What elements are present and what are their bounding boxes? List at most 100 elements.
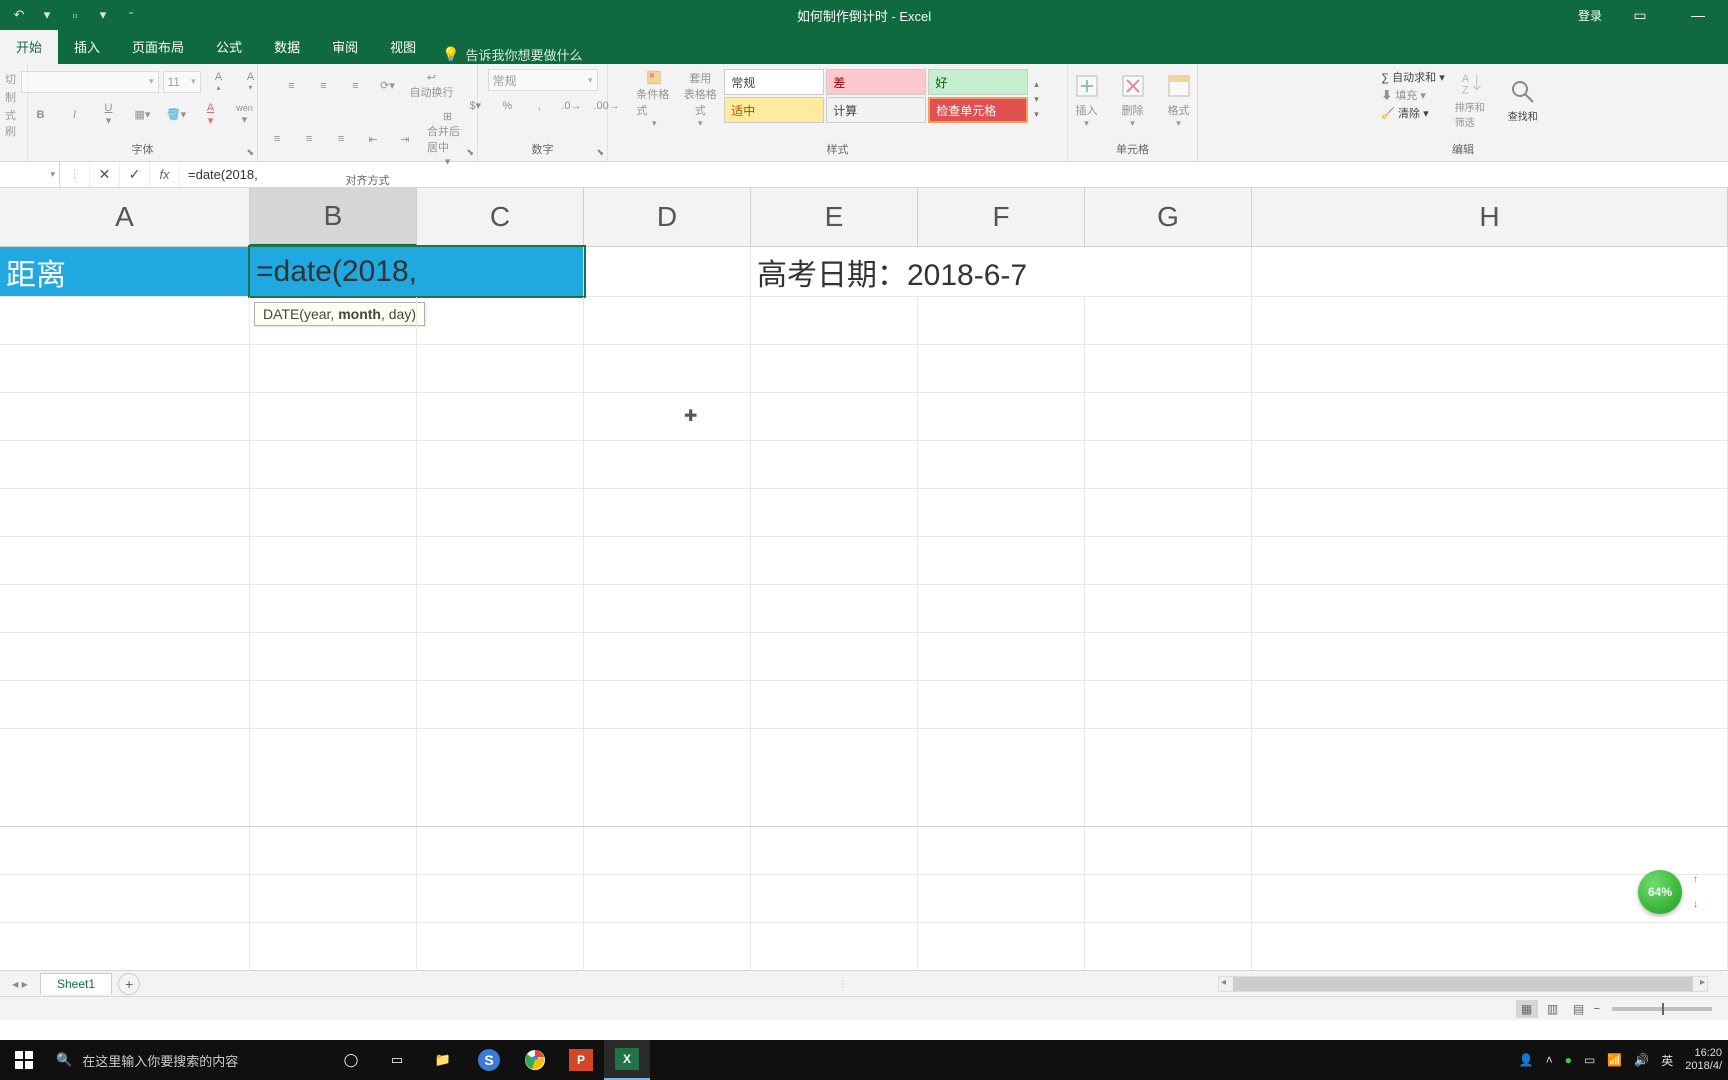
merge-center-button[interactable]: ⊞ 合并后居中▾ bbox=[423, 108, 472, 170]
cell-d1[interactable] bbox=[584, 247, 751, 296]
name-box-expand[interactable]: ⋮ bbox=[60, 162, 90, 187]
underline-button[interactable]: U▾ bbox=[95, 100, 123, 129]
comma-button[interactable]: , bbox=[525, 98, 553, 114]
wrap-text-button[interactable]: ↩ 自动换行 bbox=[406, 69, 458, 102]
clear-button[interactable]: 🧹 清除 ▾ bbox=[1381, 105, 1444, 121]
scroll-thumb[interactable] bbox=[1233, 977, 1693, 991]
ribbon-display-icon[interactable]: ▭ bbox=[1620, 0, 1660, 30]
tab-data[interactable]: 数据 bbox=[258, 29, 316, 64]
cell-b1-editing[interactable]: =date(2018, DATE(year, month, day) bbox=[250, 247, 584, 296]
conditional-format-button[interactable]: 条件格式▾ bbox=[632, 67, 676, 131]
people-icon[interactable]: 👤 bbox=[1519, 1053, 1534, 1067]
zoom-out-button[interactable]: − bbox=[1594, 1003, 1600, 1015]
font-size-combo[interactable]: 11▾ bbox=[163, 71, 201, 93]
style-scroll-up[interactable]: ▴ bbox=[1034, 79, 1039, 90]
align-dialog-launcher[interactable]: ⬊ bbox=[466, 147, 474, 158]
sort-filter-button[interactable]: AZ 排序和筛选 bbox=[1451, 67, 1495, 131]
align-middle-icon[interactable]: ≡ bbox=[310, 78, 338, 94]
tab-formula[interactable]: 公式 bbox=[200, 29, 258, 64]
powerpoint-icon[interactable]: P bbox=[558, 1040, 604, 1080]
style-scroll-down[interactable]: ▾ bbox=[1034, 94, 1039, 105]
taskbar-clock[interactable]: 16:20 2018/4/ bbox=[1685, 1047, 1722, 1073]
new-file-icon[interactable]: ▫ bbox=[64, 4, 86, 26]
battery-icon[interactable]: ▭ bbox=[1584, 1053, 1595, 1067]
border-button[interactable]: ▦▾ bbox=[129, 106, 157, 123]
qat-customize[interactable]: ⁼ bbox=[120, 4, 142, 26]
decrease-indent-icon[interactable]: ⇤ bbox=[359, 131, 387, 148]
wifi-icon[interactable]: 📶 bbox=[1607, 1053, 1622, 1067]
align-right-icon[interactable]: ≡ bbox=[327, 131, 355, 147]
normal-view-button[interactable]: ▦ bbox=[1516, 1000, 1538, 1018]
start-button[interactable] bbox=[0, 1051, 48, 1069]
cancel-formula-button[interactable]: ✕ bbox=[90, 162, 120, 187]
excel-icon[interactable]: X bbox=[604, 1040, 650, 1080]
accelerator-badge[interactable]: 64% bbox=[1638, 870, 1682, 914]
cell-h1[interactable] bbox=[1252, 247, 1728, 296]
name-box[interactable]: ▾ bbox=[0, 162, 60, 187]
currency-button[interactable]: $▾ bbox=[461, 97, 489, 114]
ime-indicator[interactable]: 英 bbox=[1661, 1052, 1673, 1069]
cell-e1[interactable]: 高考日期：2018-6-7 bbox=[751, 247, 1252, 296]
cell-style-calc[interactable]: 计算 bbox=[826, 97, 926, 123]
horizontal-scrollbar[interactable]: ◂ ▸ bbox=[1218, 976, 1708, 992]
cell-a1[interactable]: 距离 bbox=[0, 247, 250, 296]
cell-style-neutral[interactable]: 适中 bbox=[724, 97, 824, 123]
style-more[interactable]: ▾ bbox=[1034, 109, 1039, 120]
add-sheet-button[interactable]: + bbox=[118, 973, 140, 995]
page-break-view-button[interactable]: ▤ bbox=[1568, 1000, 1590, 1018]
page-layout-view-button[interactable]: ▥ bbox=[1542, 1000, 1564, 1018]
align-top-icon[interactable]: ≡ bbox=[278, 78, 306, 94]
tab-layout[interactable]: 页面布局 bbox=[116, 29, 200, 64]
align-left-icon[interactable]: ≡ bbox=[263, 131, 291, 147]
tray-expand-icon[interactable]: ˄ bbox=[1546, 1053, 1553, 1067]
task-view-icon[interactable]: ▭ bbox=[374, 1040, 420, 1080]
cell-style-bad[interactable]: 差 bbox=[826, 69, 926, 95]
undo-button[interactable]: ↶ bbox=[8, 4, 30, 26]
tab-insert[interactable]: 插入 bbox=[58, 29, 116, 64]
copy-button[interactable]: 制 bbox=[5, 89, 22, 105]
col-header-e[interactable]: E bbox=[751, 188, 918, 246]
insert-cells-button[interactable]: 插入▾ bbox=[1065, 67, 1109, 131]
align-bottom-icon[interactable]: ≡ bbox=[342, 78, 370, 94]
delete-cells-button[interactable]: 删除▾ bbox=[1111, 67, 1155, 131]
login-link[interactable]: 登录 bbox=[1578, 7, 1602, 24]
volume-icon[interactable]: 🔊 bbox=[1634, 1053, 1649, 1067]
format-as-table-button[interactable]: 套用 表格格式▾ bbox=[678, 67, 722, 131]
phonetic-button[interactable]: wén▾ bbox=[231, 101, 259, 128]
font-dialog-launcher[interactable]: ⬊ bbox=[246, 147, 254, 158]
autosum-button[interactable]: ∑ 自动求和 ▾ bbox=[1381, 69, 1444, 85]
col-header-a[interactable]: A bbox=[0, 188, 250, 246]
enter-formula-button[interactable]: ✓ bbox=[120, 162, 150, 187]
taskbar-search[interactable]: 🔍 在这里输入你要搜索的内容 bbox=[48, 1051, 328, 1070]
spreadsheet-grid[interactable]: A B C D E F G H 距离 =date(2018, DATE(year… bbox=[0, 188, 1728, 970]
format-painter-button[interactable]: 式刷 bbox=[5, 107, 22, 139]
fill-button[interactable]: ⬇ 填充 ▾ bbox=[1381, 87, 1444, 103]
font-name-combo[interactable]: ▾ bbox=[21, 71, 159, 93]
cell-style-check[interactable]: 检查单元格 bbox=[928, 97, 1028, 123]
sogou-icon[interactable]: S bbox=[466, 1040, 512, 1080]
redo-dropdown[interactable]: ▾ bbox=[36, 4, 58, 26]
cell-style-normal[interactable]: 常规 bbox=[724, 69, 824, 95]
qat-more[interactable]: ▾ bbox=[92, 4, 114, 26]
align-center-icon[interactable]: ≡ bbox=[295, 131, 323, 147]
orientation-icon[interactable]: ⟳▾ bbox=[374, 77, 402, 94]
tab-view[interactable]: 视图 bbox=[374, 29, 432, 64]
find-select-button[interactable]: 查找和 bbox=[1501, 67, 1545, 131]
chrome-icon[interactable] bbox=[512, 1040, 558, 1080]
col-header-g[interactable]: G bbox=[1085, 188, 1252, 246]
file-explorer-icon[interactable]: 📁 bbox=[420, 1040, 466, 1080]
col-header-d[interactable]: D bbox=[584, 188, 751, 246]
cut-button[interactable]: 切 bbox=[5, 71, 22, 87]
bold-button[interactable]: B bbox=[27, 107, 55, 123]
col-header-b[interactable]: B bbox=[250, 188, 417, 246]
increase-decimal-icon[interactable]: .0→ bbox=[557, 98, 585, 114]
format-cells-button[interactable]: 格式▾ bbox=[1157, 67, 1201, 131]
sheet-tab-1[interactable]: Sheet1 bbox=[40, 973, 112, 994]
col-header-h[interactable]: H bbox=[1252, 188, 1728, 246]
number-format-combo[interactable]: 常规▾ bbox=[488, 69, 598, 91]
tab-home[interactable]: 开始 bbox=[0, 29, 58, 64]
percent-button[interactable]: % bbox=[493, 98, 521, 114]
italic-button[interactable]: I bbox=[61, 107, 89, 123]
increase-indent-icon[interactable]: ⇥ bbox=[391, 131, 419, 148]
split-handle[interactable]: ⋮ bbox=[838, 979, 850, 990]
